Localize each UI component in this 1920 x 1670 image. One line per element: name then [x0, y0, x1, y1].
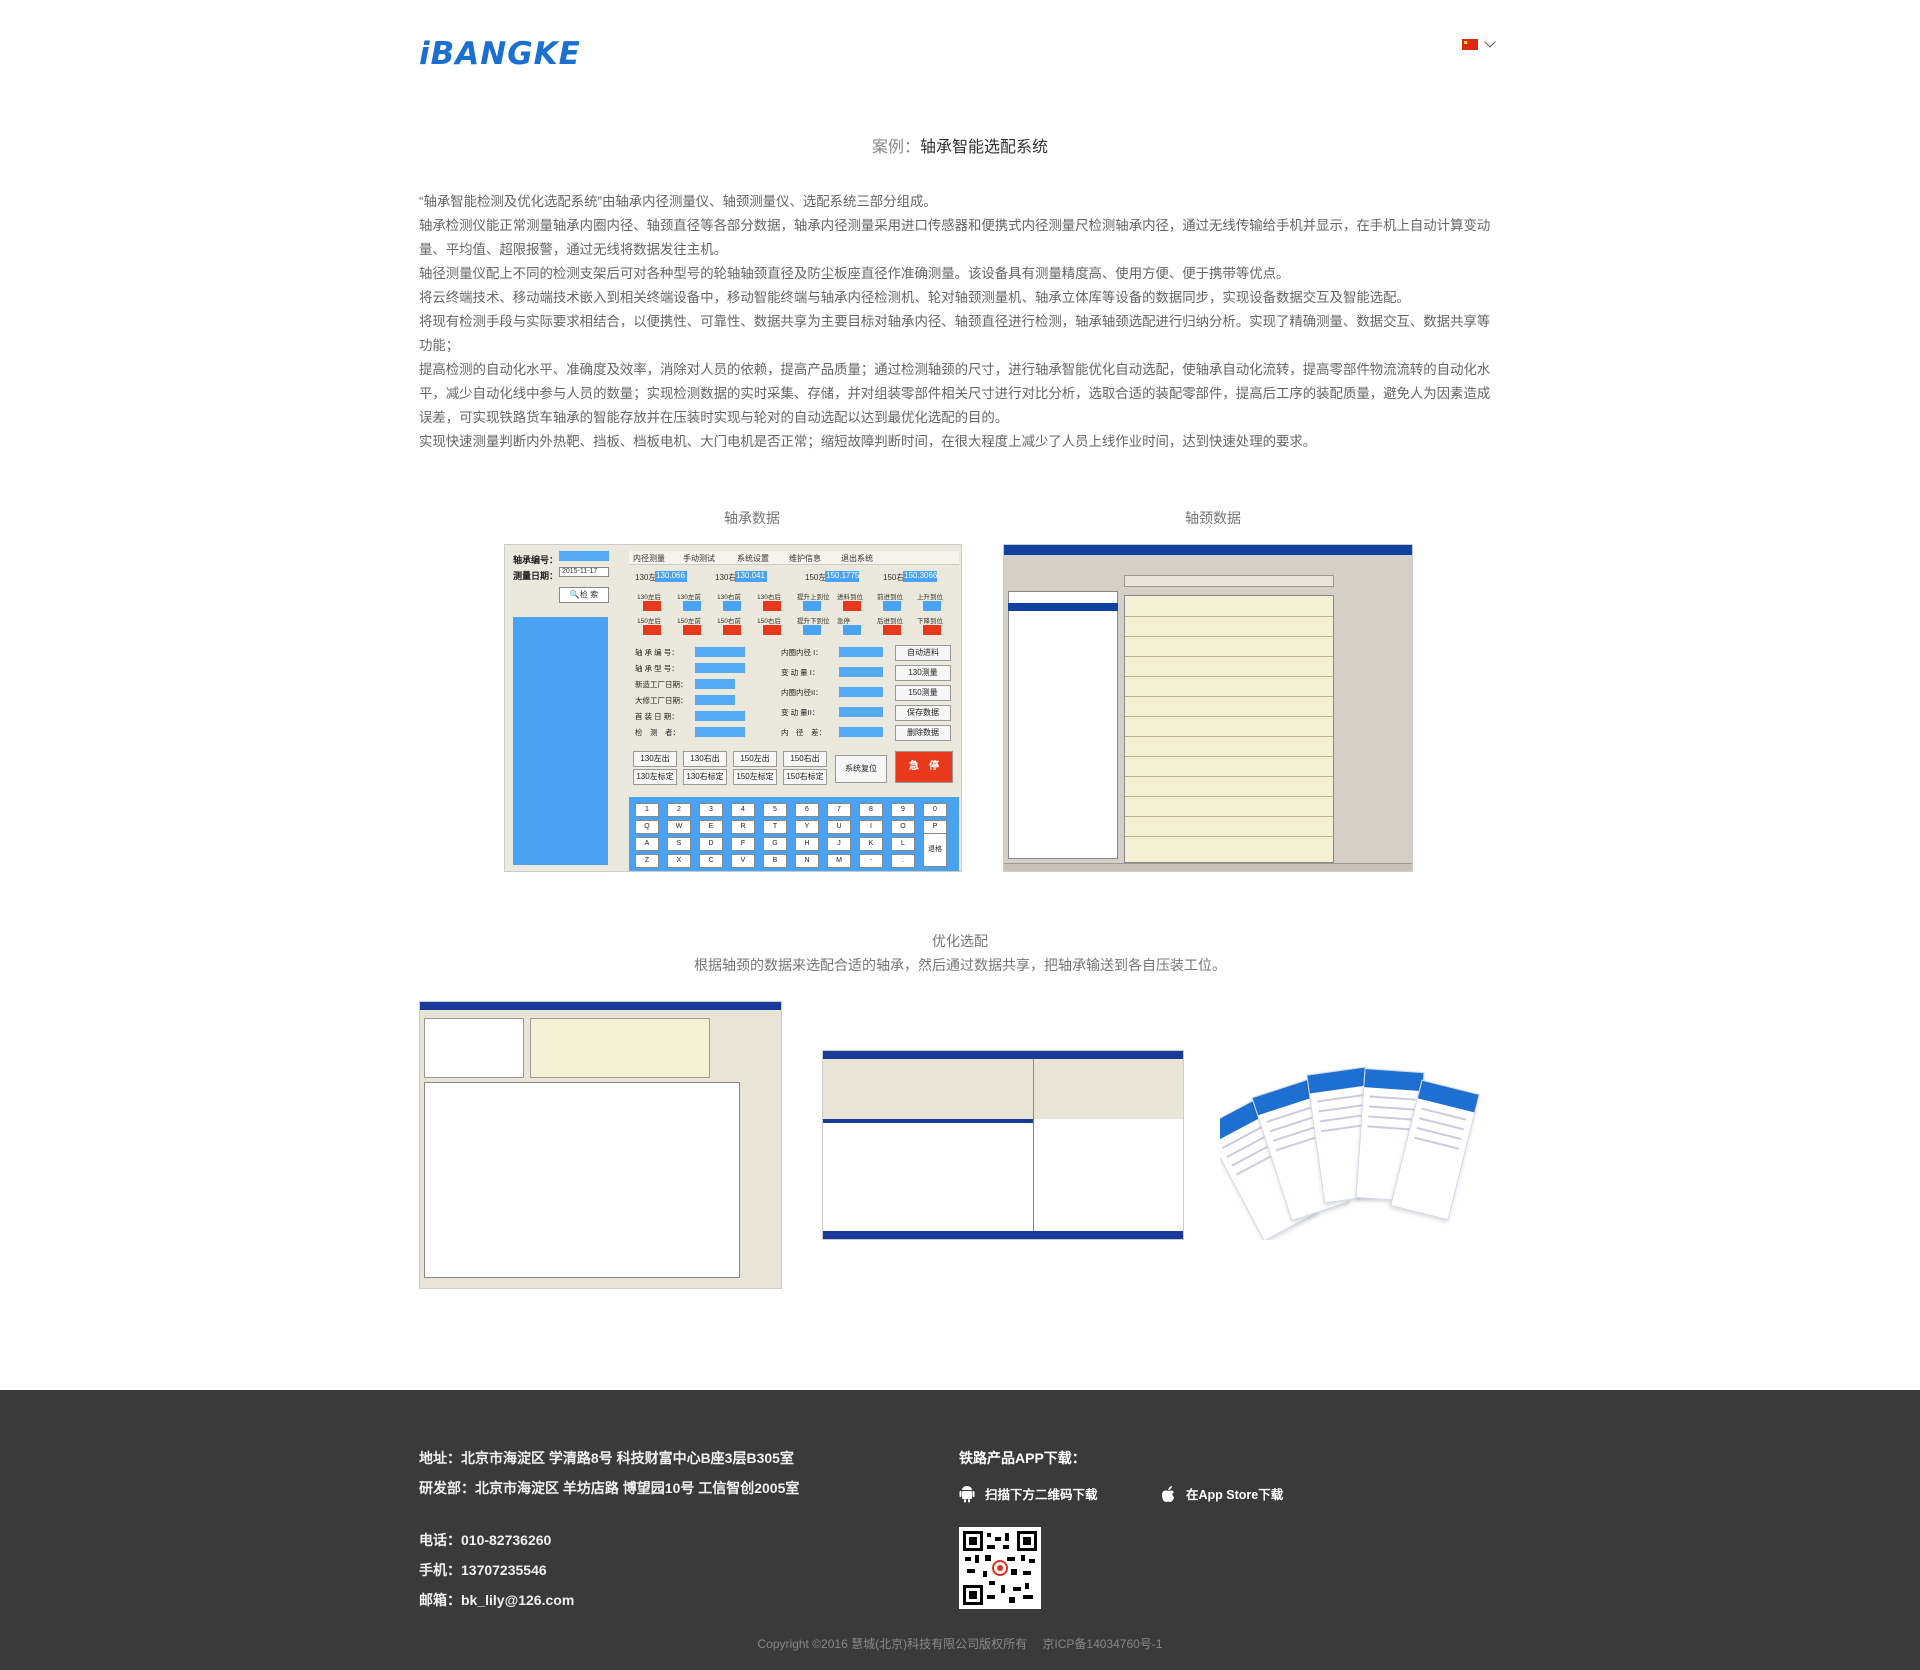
site-footer: 地址：北京市海淀区 学清路8号 科技财富中心B座3层B305室 研发部：北京市海… — [0, 1390, 1920, 1670]
title-prefix: 案例： — [871, 139, 920, 156]
cal-150-right-button: 150右标定 — [783, 769, 827, 785]
desc-paragraph: 将现有检测手段与实际要求相结合，以便携性、可靠性、数据共享为主要目标对轴承内径、… — [419, 314, 1491, 353]
measure-date-label: 测量日期： — [513, 571, 559, 581]
footer-phone: 电话：010-82736260 — [419, 1532, 552, 1548]
brand-logo[interactable]: iBANGKE — [419, 36, 581, 72]
magnifier-icon: 🔍 — [569, 590, 580, 599]
copyright: Copyright ©2016 慧城(北京)科技有限公司版权所有 京ICP备14… — [757, 1637, 1163, 1651]
system-reset-button: 系统复位 — [835, 755, 887, 783]
auto-feed-button: 自动进料 — [895, 645, 951, 661]
china-flag-icon — [1462, 38, 1478, 50]
journal-data-screenshot — [1003, 544, 1413, 872]
footer-mobile: 手机：13707235546 — [419, 1562, 547, 1578]
onscreen-keyboard: 1 2 3 4 5 6 7 8 9 0 Q W E R T Y U I O P … — [629, 797, 959, 871]
search-button: 🔍检 索 — [559, 587, 609, 603]
out-130-left-button: 130左出 — [633, 751, 677, 767]
section2-subtitle: 根据轴颈的数据来选配合适的轴承，然后通过数据共享，把轴承输送到各自压装工位。 — [694, 957, 1226, 973]
caption-journal-data: 轴颈数据 — [1185, 510, 1241, 526]
title-text: 轴承智能选配系统 — [920, 139, 1049, 156]
bearing-data-screenshot: 轴承编号： 测量日期： 2015-11-17 🔍检 索 内径测量 手动测试 系统… — [504, 544, 962, 872]
status-indicators: 130左后 130左前 130右前 130右后 提升上到位 进料到位 前进到位 … — [629, 591, 959, 651]
app-download-title: 铁路产品APP下载： — [959, 1450, 1086, 1466]
language-switcher[interactable] — [1462, 36, 1502, 52]
delete-data-button: 删除数据 — [895, 725, 951, 741]
optimization-screenshot-grid — [419, 1001, 782, 1289]
out-150-left-button: 150左出 — [733, 751, 777, 767]
measure-date-select: 2015-11-17 — [559, 567, 609, 577]
desc-paragraph: 提高检测的自动化水平、准确度及效率，消除对人员的依赖，提高产品质量；通过检测轴颈… — [419, 362, 1491, 425]
bearing-no-label: 轴承编号： — [513, 555, 559, 565]
qr-code — [959, 1527, 1041, 1609]
out-130-right-button: 130右出 — [683, 751, 727, 767]
desc-paragraph: 轴径测量仪配上不同的检测支架后可对各种型号的轮轴轴颈直径及防尘板座直径作准确测量… — [419, 266, 1290, 281]
footer-rnd-address: 研发部：北京市海淀区 羊坊店路 博望园10号 工信智创2005室 — [419, 1480, 800, 1496]
chevron-down-icon — [1484, 36, 1496, 48]
journal-table — [1124, 595, 1334, 863]
tab-settings: 系统设置 — [737, 554, 769, 563]
tab-inner-measure: 内径测量 — [633, 554, 665, 563]
caption-bearing-data: 轴承数据 — [724, 510, 780, 526]
tab-maintenance: 维护信息 — [789, 554, 821, 563]
measure-130-button: 130测量 — [895, 665, 951, 681]
tab-manual-test: 手动测试 — [683, 554, 715, 563]
bearing-no-input — [559, 551, 609, 561]
desc-paragraph: 轴承检测仪能正常测量轴承内圈内径、轴颈直径等各部分数据，轴承内径测量采用进口传感… — [419, 218, 1491, 257]
result-list-panel — [513, 617, 608, 865]
tab-bar: 内径测量 手动测试 系统设置 维护信息 退出系统 — [629, 551, 959, 565]
page-title: 案例：轴承智能选配系统 — [0, 133, 1920, 157]
emergency-stop-button: 急 停 — [895, 751, 953, 783]
android-download[interactable]: 扫描下方二维码下载 — [959, 1484, 1098, 1503]
cal-130-left-button: 130左标定 — [633, 769, 677, 785]
mobile-app-screenshots — [1220, 1045, 1500, 1240]
out-150-right-button: 150右出 — [783, 751, 827, 767]
case-description: “轴承智能检测及优化选配系统”由轴承内径测量仪、轴颈测量仪、选配系统三部分组成。… — [419, 190, 1499, 454]
footer-email[interactable]: 邮箱：bk_lily@126.com — [419, 1590, 574, 1610]
apple-icon — [1162, 1485, 1174, 1502]
cal-150-left-button: 150左标定 — [733, 769, 777, 785]
section2-title: 优化选配 — [932, 933, 988, 949]
desc-paragraph: “轴承智能检测及优化选配系统”由轴承内径测量仪、轴颈测量仪、选配系统三部分组成。 — [419, 194, 937, 209]
ios-download[interactable]: 在App Store下载 — [1160, 1484, 1283, 1503]
desc-paragraph: 实现快速测量判断内外热靶、挡板、档板电机、大门电机是否正常；缩短故障判断时间，在… — [419, 434, 1317, 449]
save-data-button: 保存数据 — [895, 705, 951, 721]
tab-exit: 退出系统 — [841, 554, 873, 563]
cal-130-right-button: 130右标定 — [683, 769, 727, 785]
measure-150-button: 150测量 — [895, 685, 951, 701]
desc-paragraph: 将云终端技术、移动端技术嵌入到相关终端设备中，移动智能终端与轴承内径检测机、轮对… — [419, 290, 1410, 305]
footer-address: 地址：北京市海淀区 学清路8号 科技财富中心B座3层B305室 — [419, 1450, 794, 1466]
readings-row: 130左 130.066 130右 130.041 150左 150.1775 … — [635, 571, 938, 582]
android-icon — [959, 1485, 975, 1502]
optimization-screenshot-table — [822, 1050, 1184, 1240]
